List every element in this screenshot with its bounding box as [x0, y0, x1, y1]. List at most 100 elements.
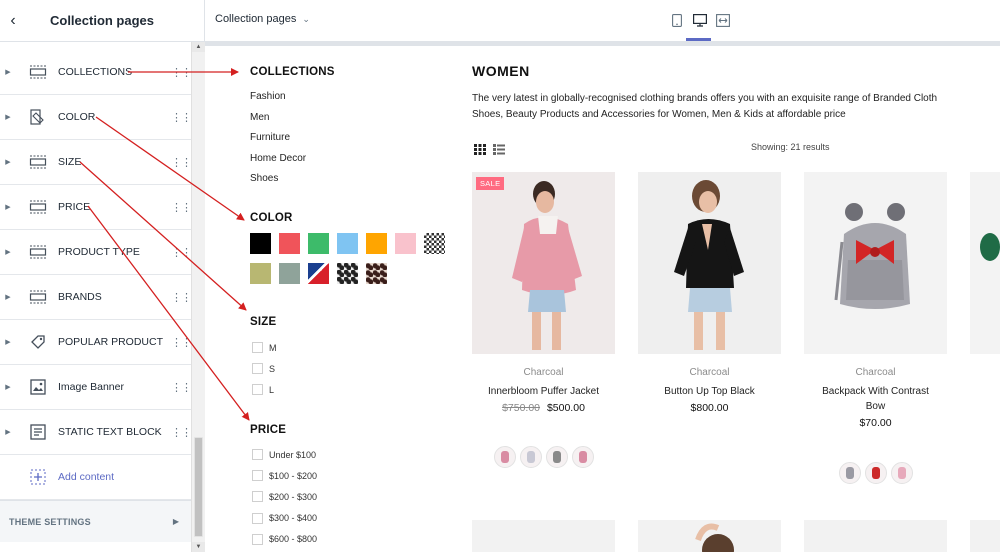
sidebar-scrollbar[interactable]: ▲ ▼ [191, 42, 205, 552]
product-image[interactable]: SALE [472, 172, 615, 354]
color-swatch[interactable] [279, 233, 300, 254]
text-block-icon [28, 423, 48, 441]
checkbox[interactable] [252, 449, 263, 460]
price-option[interactable]: $100 - $200 [252, 470, 317, 482]
product-card[interactable]: Charcoal Button Up Top Black $800.00 [638, 172, 781, 414]
collection-link[interactable]: Shoes [250, 173, 278, 184]
price-option[interactable]: $200 - $300 [252, 491, 317, 503]
variant-thumb[interactable] [838, 462, 861, 484]
color-swatch[interactable] [337, 233, 358, 254]
scroll-down-icon[interactable]: ▼ [192, 542, 205, 552]
caret-right-icon[interactable]: ▶ [0, 428, 16, 436]
product-card[interactable]: SALE Charcoal Innerbloom Puffer Jacket $… [472, 172, 615, 468]
drag-handle-icon[interactable]: ⋮⋮ [171, 156, 192, 169]
drag-handle-icon[interactable]: ⋮⋮ [171, 426, 192, 439]
caret-right-icon[interactable]: ▶ [0, 113, 16, 121]
drag-handle-icon[interactable]: ⋮⋮ [171, 336, 192, 349]
desktop-view-icon[interactable] [693, 12, 707, 28]
size-option[interactable]: S [252, 363, 275, 374]
list-view-icon[interactable] [493, 142, 505, 160]
product-image[interactable] [638, 172, 781, 354]
caret-right-icon[interactable]: ▶ [0, 293, 16, 301]
sidebar-item-image-banner[interactable]: ▶ Image Banner ⋮⋮ [0, 365, 192, 410]
variant-thumb[interactable] [571, 446, 594, 468]
drag-handle-icon[interactable]: ⋮⋮ [171, 111, 192, 124]
caret-right-icon[interactable]: ▶ [0, 68, 16, 76]
variant-thumb[interactable] [545, 446, 568, 468]
drag-handle-icon[interactable]: ⋮⋮ [171, 66, 192, 79]
add-section-icon [28, 468, 48, 486]
variant-thumb[interactable] [519, 446, 542, 468]
drag-handle-icon[interactable]: ⋮⋮ [171, 381, 192, 394]
product-card[interactable] [804, 520, 947, 552]
product-image[interactable] [804, 172, 947, 354]
variant-thumb[interactable] [864, 462, 887, 484]
theme-settings-button[interactable]: THEME SETTINGS ▶ [0, 500, 191, 542]
sidebar-item-price[interactable]: ▶ PRICE ⋮⋮ [0, 185, 192, 230]
caret-right-icon[interactable]: ▶ [0, 203, 16, 211]
drag-handle-icon[interactable]: ⋮⋮ [171, 201, 192, 214]
collection-link[interactable]: Home Decor [250, 153, 306, 164]
sidebar-item-product-type[interactable]: ▶ PRODUCT TYPE ⋮⋮ [0, 230, 192, 275]
color-swatch[interactable] [366, 263, 387, 284]
color-swatch[interactable] [250, 263, 271, 284]
drag-handle-icon[interactable]: ⋮⋮ [171, 291, 192, 304]
caret-right-icon[interactable]: ▶ [0, 383, 16, 391]
product-card[interactable] [970, 520, 1000, 552]
caret-right-icon[interactable]: ▶ [0, 158, 16, 166]
color-swatch[interactable] [308, 263, 329, 284]
collection-link[interactable]: Fashion [250, 91, 286, 102]
chevron-down-icon: ⌄ [302, 14, 310, 24]
price-option[interactable]: $600 - $800 [252, 533, 317, 545]
collection-link[interactable]: Furniture [250, 132, 290, 143]
product-card[interactable] [970, 172, 1000, 354]
sidebar-item-color[interactable]: ▶ COLOR ⋮⋮ [0, 95, 192, 140]
product-vendor: Charcoal [855, 367, 896, 378]
checkbox[interactable] [252, 363, 263, 374]
page-selector[interactable]: Collection pages ⌄ [215, 13, 310, 25]
price-option[interactable]: Under $100 [252, 449, 316, 460]
product-name-line: Backpack With Contrast [822, 386, 929, 397]
product-name[interactable]: Backpack With Contrast Bow [804, 385, 947, 414]
back-arrow-icon[interactable]: ‹ [0, 12, 26, 30]
checkbox[interactable] [252, 533, 263, 545]
color-swatch[interactable] [395, 233, 416, 254]
price-option[interactable]: $300 - $400 [252, 512, 317, 524]
fullscreen-view-icon[interactable] [716, 12, 730, 28]
color-swatch[interactable] [279, 263, 300, 284]
checkbox[interactable] [252, 512, 263, 524]
checkbox[interactable] [252, 384, 263, 395]
caret-right-icon[interactable]: ▶ [0, 248, 16, 256]
collection-link[interactable]: Men [250, 112, 269, 123]
variant-thumb[interactable] [890, 462, 913, 484]
scrollbar-thumb[interactable] [194, 437, 203, 537]
sidebar-item-brands[interactable]: ▶ BRANDS ⋮⋮ [0, 275, 192, 320]
color-swatch[interactable] [308, 233, 329, 254]
product-name[interactable]: Innerbloom Puffer Jacket [472, 385, 615, 400]
color-swatch[interactable] [424, 233, 445, 254]
variant-thumb[interactable] [493, 446, 516, 468]
drag-handle-icon[interactable]: ⋮⋮ [171, 246, 192, 259]
product-card[interactable] [472, 520, 615, 552]
checkbox[interactable] [252, 470, 263, 482]
sidebar-item-static-text-block[interactable]: ▶ STATIC TEXT BLOCK ⋮⋮ [0, 410, 192, 455]
checkbox[interactable] [252, 342, 263, 353]
product-card[interactable]: Charcoal Backpack With Contrast Bow $70.… [804, 172, 947, 484]
color-swatch[interactable] [366, 233, 387, 254]
grid-view-icon[interactable] [474, 142, 486, 160]
product-image[interactable] [970, 172, 1000, 354]
sidebar-item-popular-product[interactable]: ▶ POPULAR PRODUCT ⋮⋮ [0, 320, 192, 365]
product-card[interactable] [638, 520, 781, 552]
scroll-up-icon[interactable]: ▲ [192, 42, 205, 52]
size-option[interactable]: L [252, 384, 274, 395]
caret-right-icon[interactable]: ▶ [0, 338, 16, 346]
mobile-view-icon[interactable] [670, 12, 684, 28]
product-name[interactable]: Button Up Top Black [638, 385, 781, 400]
sidebar-item-collections[interactable]: ▶ COLLECTIONS ⋮⋮ [0, 50, 192, 95]
color-swatch[interactable] [250, 233, 271, 254]
size-option[interactable]: M [252, 342, 277, 353]
add-content-button[interactable]: Add content [0, 455, 191, 500]
sidebar-item-size[interactable]: ▶ SIZE ⋮⋮ [0, 140, 192, 185]
color-swatch[interactable] [337, 263, 358, 284]
checkbox[interactable] [252, 491, 263, 503]
